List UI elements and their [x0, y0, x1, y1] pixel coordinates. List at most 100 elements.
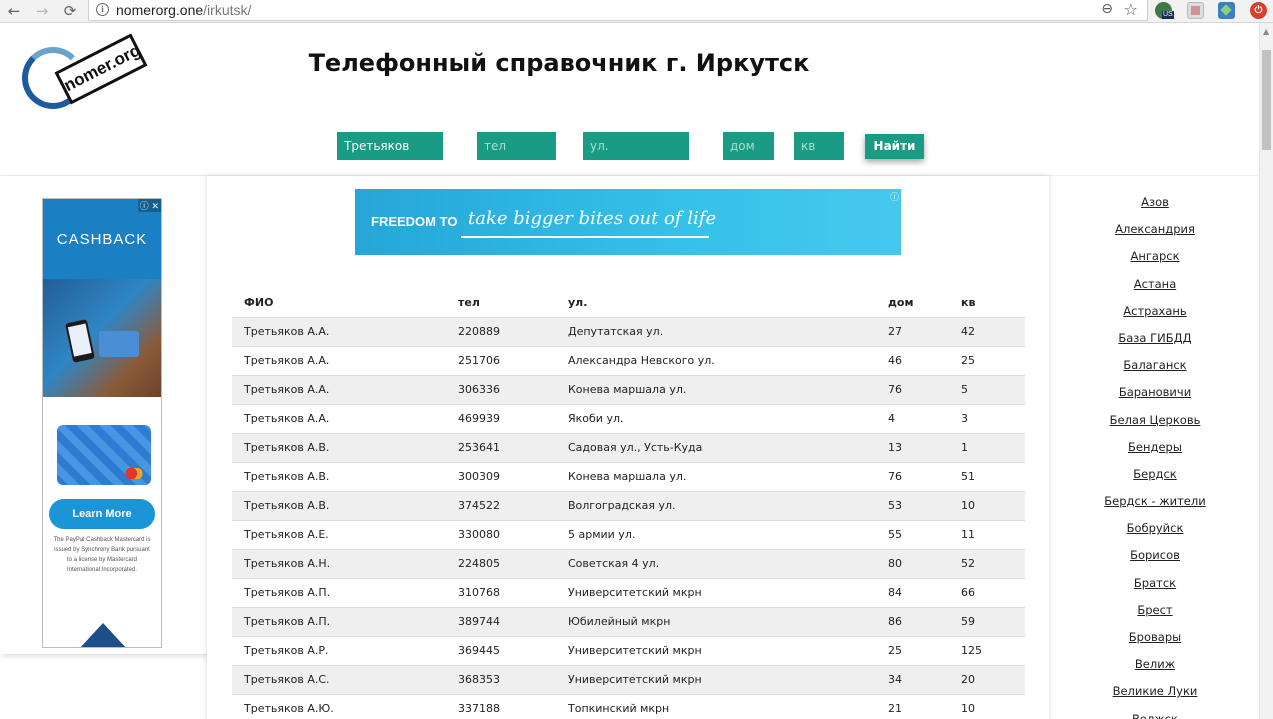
city-link[interactable]: Волжск [1062, 712, 1248, 719]
city-link[interactable]: Ангарск [1062, 249, 1248, 276]
card-image-icon [99, 331, 139, 357]
table-row: Третьяков А.А. 220889 Депутатская ул. 27 42 [232, 316, 1025, 346]
scrollbar-thumb[interactable] [1262, 50, 1271, 150]
url-text[interactable]: nomerorg.one/irkutsk/ [116, 2, 251, 18]
street-cell: Университетский мкрн [556, 577, 876, 607]
table-row: Третьяков А.В. 300309 Конева маршала ул. 76… [232, 461, 1025, 491]
street-cell: Конева маршала ул. [556, 461, 876, 491]
phone-cell: 369445 [446, 635, 556, 665]
name-cell: Третьяков А.Р. [232, 635, 446, 665]
city-link[interactable]: Бердск [1062, 467, 1248, 494]
forward-icon[interactable]: → [32, 1, 52, 21]
url-host: nomerorg.one [116, 2, 204, 18]
phone-image-icon [65, 319, 95, 363]
name-cell: Третьяков А.А. [232, 403, 446, 433]
scroll-up-icon[interactable]: ▲ [1263, 27, 1269, 36]
bookmark-star-icon[interactable]: ☆ [1124, 0, 1138, 19]
house-cell: 76 [876, 461, 949, 491]
city-link[interactable]: Великие Луки [1062, 684, 1248, 711]
table-row: Третьяков А.Н. 224805 Советская 4 ул. 80 52 [232, 548, 1025, 578]
phone-input[interactable]: тел [477, 132, 556, 160]
phone-cell: 300309 [446, 461, 556, 491]
house-cell: 84 [876, 577, 949, 607]
name-cell: Третьяков А.В. [232, 461, 446, 491]
table-row: Третьяков А.А. 469939 Якоби ул. 4 3 [232, 403, 1025, 433]
city-link[interactable]: Борисов [1062, 548, 1248, 575]
vpn-country-badge: US [1162, 11, 1174, 19]
city-link[interactable]: Бендеры [1062, 440, 1248, 467]
apartment-cell: 25 [949, 345, 1025, 375]
search-button[interactable]: Найти [865, 134, 924, 159]
phone-cell: 251706 [446, 345, 556, 375]
house-cell: 4 [876, 403, 949, 433]
street-cell: Топкинский мкрн [556, 693, 876, 719]
house-cell: 86 [876, 606, 949, 636]
name-cell: Третьяков А.А. [232, 374, 446, 404]
apartment-cell: 52 [949, 548, 1025, 578]
site-info-icon[interactable]: i [96, 3, 109, 16]
street-cell: 5 армии ул. [556, 519, 876, 549]
col-header-street: ул. [568, 296, 588, 310]
city-link[interactable]: Бердск - жители [1062, 494, 1248, 521]
phone-cell: 330080 [446, 519, 556, 549]
learn-more-button[interactable]: Learn More [49, 499, 155, 529]
phone-cell: 368353 [446, 664, 556, 694]
apartment-input[interactable]: кв [794, 132, 844, 160]
city-link[interactable]: Барановичи [1062, 385, 1248, 412]
table-header-row: ФИО тел ул. дом кв [232, 289, 1025, 317]
city-link[interactable]: Балаганск [1062, 358, 1248, 385]
city-link[interactable]: Брест [1062, 603, 1248, 630]
city-link[interactable]: Белая Церковь [1062, 413, 1248, 440]
apartment-cell: 10 [949, 693, 1025, 719]
house-cell: 76 [876, 374, 949, 404]
col-header-apartment: кв [961, 296, 976, 310]
document-extension-icon[interactable] [1187, 2, 1204, 19]
banner-lead: FREEDOM TO [371, 214, 458, 229]
street-cell: Садовая ул., Усть-Куда [556, 432, 876, 462]
name-cell: Третьяков А.С. [232, 664, 446, 694]
name-cell: Третьяков А.Н. [232, 548, 446, 578]
phone-cell: 469939 [446, 403, 556, 433]
zoom-icon[interactable]: ⊖ [1101, 1, 1113, 17]
apartment-cell: 66 [949, 577, 1025, 607]
reload-icon[interactable]: ⟳ [60, 1, 80, 21]
ad-info-icon[interactable]: ⓘ [890, 190, 899, 203]
fio-input[interactable]: Третьяков [337, 132, 443, 160]
house-input[interactable]: дом [723, 132, 774, 160]
back-icon[interactable]: ← [4, 1, 24, 21]
phone-cell: 374522 [446, 490, 556, 520]
house-cell: 53 [876, 490, 949, 520]
apartment-cell: 125 [949, 635, 1025, 665]
street-cell: Волгоградская ул. [556, 490, 876, 520]
city-link[interactable]: Велиж [1062, 657, 1248, 684]
ad-choices-icon[interactable]: ⓘ ✕ [137, 199, 161, 212]
phone-cell: 337188 [446, 693, 556, 719]
street-cell: Александра Невского ул. [556, 345, 876, 375]
city-link[interactable]: База ГИБДД [1062, 331, 1248, 358]
vpn-extension-icon[interactable]: US [1155, 2, 1174, 19]
house-cell: 55 [876, 519, 949, 549]
table-row: Третьяков А.А. 251706 Александра Невского … [232, 345, 1025, 375]
city-link[interactable]: Братск [1062, 576, 1248, 603]
page-scrollbar[interactable]: ▲ [1259, 23, 1273, 719]
address-bar[interactable]: i nomerorg.one/irkutsk/ ⊖ ☆ [88, 0, 1148, 21]
screenshot-extension-icon[interactable] [1218, 2, 1235, 19]
directory-table: ФИО тел ул. дом кв Третьяков А.А. 220889 Д… [232, 289, 1025, 719]
table-row: Третьяков А.С. 368353 Университетский мкрн… [232, 664, 1025, 694]
cashback-ad[interactable]: CASHBACK ⓘ ✕ Learn More The PayPal Cashb… [42, 198, 162, 648]
city-link[interactable]: Александрия [1062, 222, 1248, 249]
power-extension-icon[interactable]: ⏻ [1250, 2, 1267, 19]
city-link[interactable]: Азов [1062, 195, 1248, 222]
apartment-cell: 11 [949, 519, 1025, 549]
city-link[interactable]: Астана [1062, 277, 1248, 304]
city-link[interactable]: Астрахань [1062, 304, 1248, 331]
url-path: /irkutsk/ [203, 2, 252, 18]
apartment-cell: 3 [949, 403, 1025, 433]
city-link[interactable]: Бобруйск [1062, 521, 1248, 548]
name-cell: Третьяков А.В. [232, 432, 446, 462]
city-link[interactable]: Бровары [1062, 630, 1248, 657]
col-header-name: ФИО [244, 296, 274, 310]
phone-cell: 310768 [446, 577, 556, 607]
banner-ad[interactable]: FREEDOM TO take bigger bites out of life… [355, 189, 901, 255]
street-input[interactable]: ул. [583, 132, 689, 160]
